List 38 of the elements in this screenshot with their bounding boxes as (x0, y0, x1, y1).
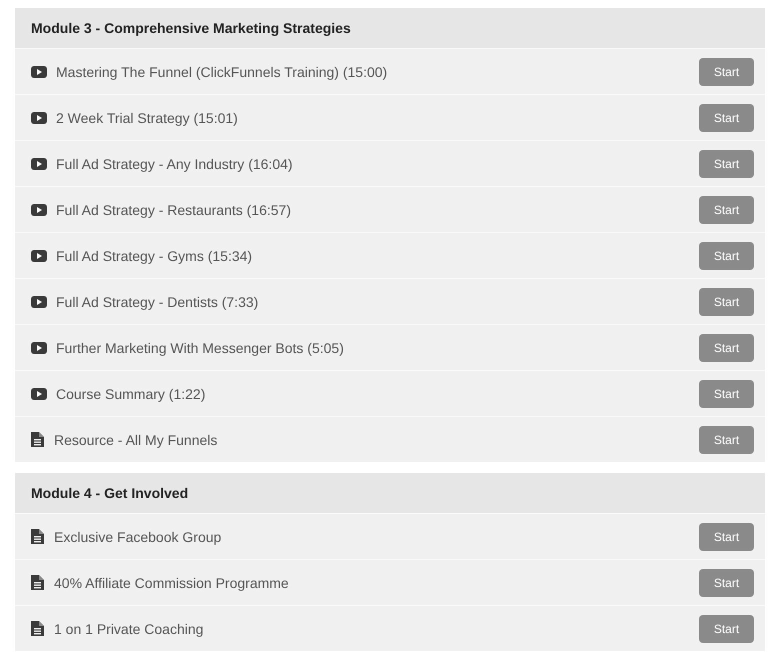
play-icon (31, 388, 47, 400)
lesson-title: Further Marketing With Messenger Bots (5:05) (56, 340, 345, 356)
document-icon (31, 575, 44, 590)
start-button[interactable]: Start (699, 150, 754, 178)
module-title: Module 3 - Comprehensive Marketing Strategies (31, 20, 351, 36)
lesson-title: Exclusive Facebook Group (54, 528, 222, 544)
document-icon (31, 621, 44, 636)
play-icon (31, 342, 47, 354)
start-button[interactable]: Start (699, 426, 754, 454)
lesson-title: 2 Week Trial Strategy (15:01) (56, 110, 239, 126)
play-icon (31, 66, 47, 78)
start-button[interactable]: Start (699, 288, 754, 316)
start-button[interactable]: Start (699, 614, 754, 642)
start-button[interactable]: Start (699, 334, 754, 362)
lesson-title: Resource - All My Funnels (54, 432, 218, 448)
play-icon (31, 250, 47, 262)
document-icon (31, 432, 44, 447)
start-button[interactable]: Start (699, 58, 754, 86)
lesson-title: Full Ad Strategy - Gyms (15:34) (56, 248, 254, 264)
lesson-title: 40% Affiliate Commission Programme (54, 574, 290, 590)
lesson-title: 1 on 1 Private Coaching (54, 620, 204, 636)
document-icon (31, 529, 44, 544)
play-icon (31, 112, 47, 124)
lesson-title: Mastering The Funnel (ClickFunnels Training) (15:00) (56, 64, 388, 80)
start-button[interactable]: Start (699, 196, 754, 224)
start-button[interactable]: Start (699, 104, 754, 132)
start-button[interactable]: Start (699, 568, 754, 596)
lesson-title: Course Summary (1:22) (56, 386, 206, 402)
start-button[interactable]: Start (699, 380, 754, 408)
play-icon (31, 204, 47, 216)
lesson-title: Full Ad Strategy - Any Industry (16:04) (56, 156, 294, 172)
lesson-title: Full Ad Strategy - Dentists (7:33) (56, 294, 260, 310)
start-button[interactable]: Start (699, 522, 754, 550)
start-button[interactable]: Start (699, 242, 754, 270)
play-icon (31, 296, 47, 308)
lesson-title: Full Ad Strategy - Restaurants (16:57) (56, 202, 292, 218)
play-icon (31, 158, 47, 170)
module-title: Module 4 - Get Involved (31, 485, 188, 501)
